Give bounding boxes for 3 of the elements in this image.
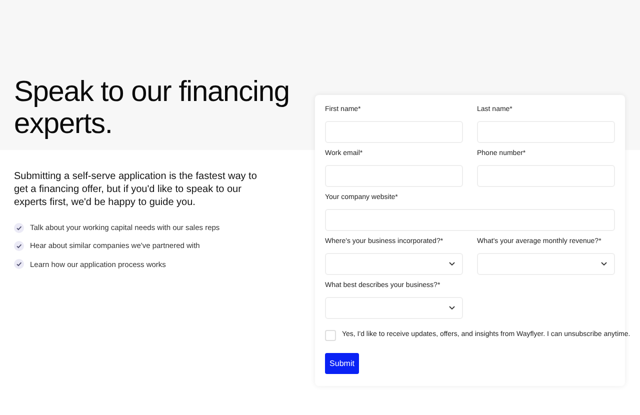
- page-heading: Speak to our financing experts.: [14, 76, 290, 140]
- intro-paragraph: Submitting a self-serve application is the fastest way to get a financing offer, but if you'd like to speak to our experts first, we'd be happy to guide you.: [14, 170, 258, 209]
- submit-button[interactable]: Submit: [325, 353, 359, 374]
